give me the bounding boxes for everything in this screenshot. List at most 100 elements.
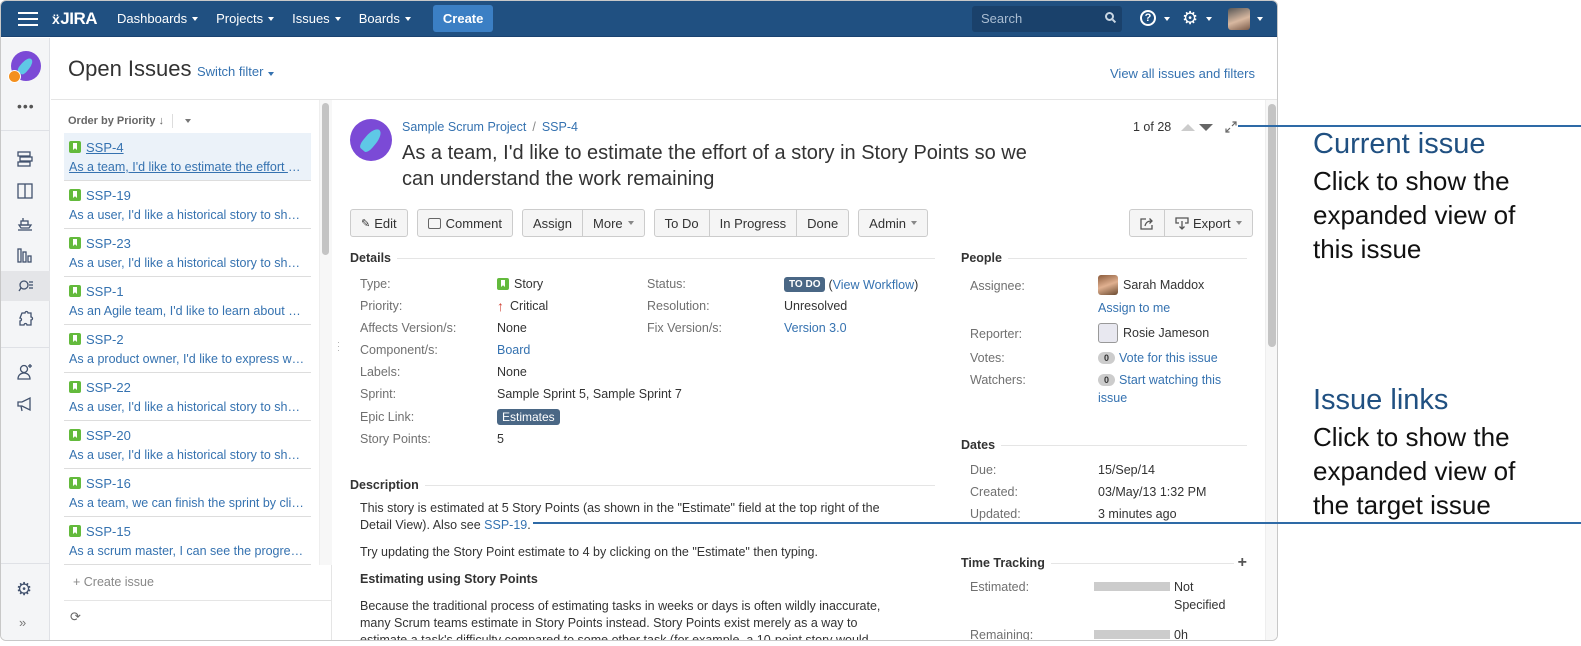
search-input[interactable]: Search [972,6,1122,32]
view-all-issues-link[interactable]: View all issues and filters [1110,66,1255,81]
issue-summary[interactable]: As a user, I'd like a historical story t… [69,448,306,462]
detail-scrollbar-thumb[interactable] [1268,104,1276,347]
resize-handle[interactable]: · · · [337,338,340,355]
previous-issue-arrow-icon[interactable] [1181,124,1195,131]
issue-key[interactable]: SSP-16 [69,474,306,492]
admin-button[interactable]: Admin [858,209,929,237]
create-button[interactable]: Create [432,5,494,32]
export-button[interactable]: Export [1164,209,1253,237]
nav-label: Projects [216,11,264,26]
issue-summary[interactable]: As a user, I'd like a historical story t… [69,256,306,270]
watch-link-continued[interactable]: issue [1098,391,1127,405]
issue-key[interactable]: SSP-4 [69,138,306,156]
releases-icon[interactable] [14,212,36,234]
search-placeholder: Search [981,11,1023,26]
issue-key[interactable]: SSP-20 [69,426,306,444]
issue-key[interactable]: SSP-15 [69,522,306,540]
issue-list-item[interactable]: SSP-20 As a user, I'd like a historical s… [64,421,311,469]
chevron-down-icon[interactable] [184,119,191,123]
components-link[interactable]: Board [497,343,530,357]
breadcrumb-issue-key[interactable]: SSP-4 [542,120,578,134]
issue-key[interactable]: SSP-1 [69,282,306,300]
more-button[interactable]: More [582,209,645,237]
assignee-avatar [1098,275,1118,295]
issue-link-ssp-19[interactable]: SSP-19 [484,518,527,532]
to-do-button[interactable]: To Do [653,209,710,237]
assignee-name[interactable]: Sarah Maddox [1123,278,1204,292]
issue-list-item[interactable]: SSP-16 As a team, we can finish the sprin… [64,469,311,517]
board-icon[interactable] [14,180,36,202]
issue-summary[interactable]: As a user, I'd like a historical story t… [69,208,306,222]
refresh-icon[interactable]: ⟳ [70,609,81,625]
issue-key[interactable]: SSP-2 [69,330,306,348]
issue-toolbar-right: Export [1129,209,1262,237]
rocket-icon [358,126,384,154]
reports-icon[interactable] [14,244,36,266]
issue-key-text: SSP-4 [86,139,124,155]
expand-view-icon[interactable] [1224,120,1238,134]
issue-list-item[interactable]: SSP-22 As a user, I'd like a historical s… [64,373,311,421]
issue-list-item[interactable]: SSP-19 As a user, I'd like a historical s… [64,181,311,229]
help-icon[interactable]: ? [1140,10,1156,26]
user-avatar[interactable] [1228,8,1250,30]
assign-to-me-link[interactable]: Assign to me [1098,301,1170,315]
issue-summary[interactable]: As a scrum master, I can see the progres… [69,544,306,558]
next-issue-arrow-icon[interactable] [1199,124,1213,131]
jira-logo[interactable]: ẍ JIRA [52,9,98,29]
assign-button[interactable]: Assign [521,209,584,237]
watch-link[interactable]: Start watching this [1119,373,1221,387]
more-icon[interactable]: ••• [17,98,35,114]
expand-sidebar-icon[interactable]: » [19,615,26,630]
backlog-icon[interactable] [14,148,36,170]
issue-list-item[interactable]: SSP-23 As a user, I'd like a historical s… [64,229,311,277]
feedback-megaphone-icon[interactable] [14,393,36,415]
add-people-icon[interactable] [14,361,36,383]
fix-version-link[interactable]: Version 3.0 [784,321,847,335]
issue-summary[interactable]: As a team, I'd like to estimate the effo… [69,160,306,174]
issue-summary[interactable]: As an Agile team, I'd like to learn abou… [69,304,306,318]
components-icon[interactable] [14,308,36,330]
issue-summary[interactable]: As a team, we can finish the sprint by c… [69,496,306,510]
issue-title[interactable]: As a team, I'd like to estimate the effo… [402,140,1062,192]
epic-lozenge[interactable]: Estimates [497,409,560,425]
vote-link[interactable]: Vote for this issue [1119,351,1218,365]
issue-list-item[interactable]: SSP-2 As a product owner, I'd like to exp… [64,325,311,373]
comment-button[interactable]: Comment [416,209,513,237]
issue-summary[interactable]: As a product owner, I'd like to express … [69,352,306,366]
list-scrollbar-thumb[interactable] [322,103,329,255]
votes-label: Votes: [970,351,1005,365]
issue-key[interactable]: SSP-19 [69,186,306,204]
description-subheading: Estimating using Story Points [360,572,538,586]
divider [64,600,332,601]
issue-list-item[interactable]: SSP-4 As a team, I'd like to estimate the… [64,133,311,181]
switch-filter-link[interactable]: Switch filter [197,64,275,79]
breadcrumb-project[interactable]: Sample Scrum Project [402,120,526,134]
done-button[interactable]: Done [796,209,850,237]
menu-icon[interactable] [18,11,38,26]
in-progress-button[interactable]: In Progress [708,209,798,237]
watchers-count-badge: 0 [1098,374,1116,386]
section-title: People [961,251,1002,265]
issue-key[interactable]: SSP-23 [69,234,306,252]
edit-button[interactable]: ✎ Edit [350,209,408,237]
project-settings-gear-icon[interactable]: ⚙ [16,579,32,600]
issues-search-icon[interactable] [1,271,50,301]
nav-projects[interactable]: Projects [216,11,275,26]
view-workflow-link[interactable]: View Workflow [833,278,915,292]
order-by-button[interactable]: Order by Priority ↓ [68,114,191,128]
settings-gear-icon[interactable]: ⚙ [1182,8,1198,28]
share-button[interactable] [1129,209,1165,237]
issue-summary[interactable]: As a user, I'd like a historical story t… [69,400,306,414]
issue-list-item[interactable]: SSP-1 As an Agile team, I'd like to learn… [64,277,311,325]
divider [1050,562,1234,564]
issue-list-item[interactable]: SSP-15 As a scrum master, I can see the p… [64,517,311,565]
nav-boards[interactable]: Boards [359,11,411,26]
add-time-icon[interactable]: + [1238,554,1247,572]
create-issue-button[interactable]: + Create issue [73,575,154,589]
reporter-name[interactable]: Rosie Jameson [1123,326,1209,340]
section-title: Details [350,251,391,265]
nav-issues[interactable]: Issues [292,11,341,26]
nav-dashboards[interactable]: Dashboards [117,11,199,26]
estimated-value: Not [1174,580,1194,594]
issue-key[interactable]: SSP-22 [69,378,306,396]
